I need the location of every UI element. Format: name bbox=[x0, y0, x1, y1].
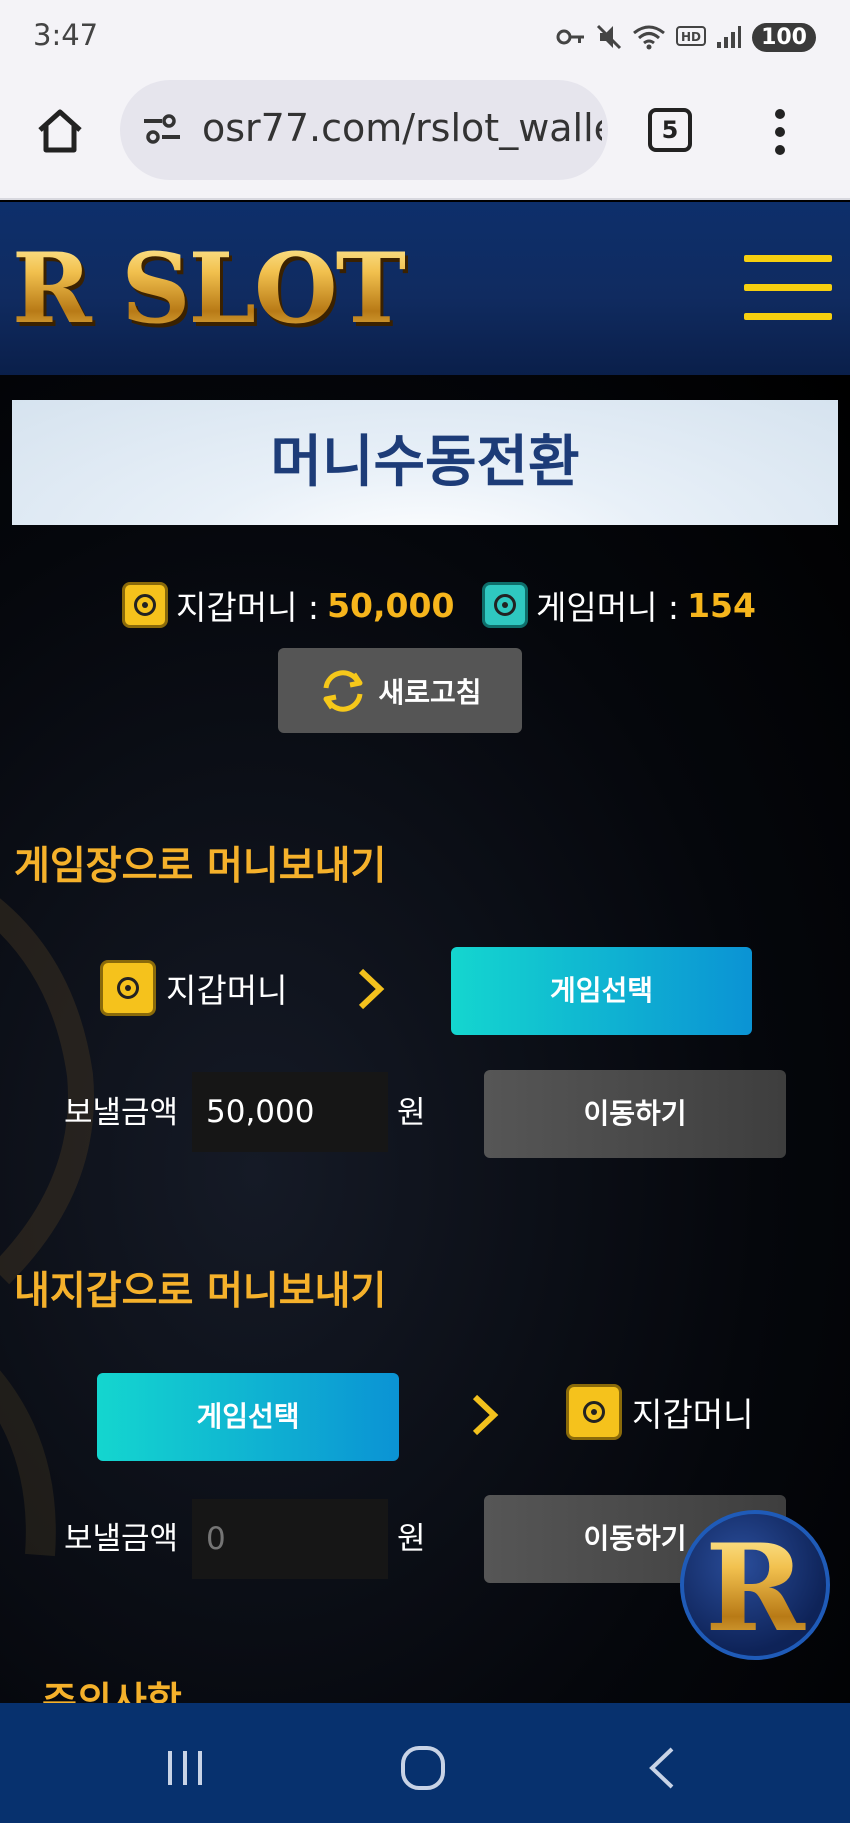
main-content: 머니수동전환 지갑머니 : 50,000 게임머니 : 154 새로고침 게임장… bbox=[0, 375, 850, 1703]
site-settings-icon[interactable] bbox=[142, 112, 182, 146]
battery-indicator: 100 bbox=[752, 22, 816, 52]
to-game-title: 게임장으로 머니보내기 bbox=[14, 844, 387, 889]
home-nav-icon[interactable] bbox=[398, 1743, 448, 1793]
chevron-right-icon bbox=[472, 1394, 499, 1436]
wifi-icon bbox=[633, 25, 665, 50]
more-icon[interactable] bbox=[770, 108, 790, 156]
floating-logo-button[interactable]: R bbox=[680, 1510, 830, 1660]
svg-text:HD: HD bbox=[681, 30, 701, 44]
browser-toolbar: osr77.com/rslot_walle 5 bbox=[0, 70, 850, 200]
to-game-move-button[interactable]: 이동하기 bbox=[484, 1070, 786, 1158]
signal-icon bbox=[717, 26, 742, 48]
to-game-unit: 원 bbox=[397, 1095, 426, 1131]
to-game-source: 지갑머니 bbox=[100, 960, 287, 1016]
key-icon bbox=[556, 29, 585, 45]
system-nav-bar bbox=[0, 1703, 850, 1823]
status-time: 3:47 bbox=[33, 18, 99, 52]
to-wallet-target-label: 지갑머니 bbox=[632, 1395, 754, 1434]
safe-icon bbox=[566, 1384, 622, 1440]
game-balance-value: 154 bbox=[687, 585, 756, 625]
refresh-icon bbox=[323, 669, 363, 712]
to-wallet-select-button[interactable]: 게임선택 bbox=[97, 1373, 399, 1461]
to-game-amount-input[interactable] bbox=[192, 1072, 388, 1152]
status-icons: HD 100 bbox=[556, 20, 816, 54]
to-game-source-label: 지갑머니 bbox=[166, 971, 288, 1010]
address-bar[interactable]: osr77.com/rslot_walle bbox=[120, 80, 608, 180]
tab-switcher-button[interactable]: 5 bbox=[648, 108, 692, 152]
url-text[interactable]: osr77.com/rslot_walle bbox=[202, 106, 602, 150]
chevron-right-icon bbox=[358, 968, 385, 1010]
wallet-balance-label: 지갑머니 : bbox=[176, 588, 320, 627]
refresh-button[interactable]: 새로고침 bbox=[278, 648, 522, 733]
refresh-label: 새로고침 bbox=[378, 675, 482, 709]
mute-icon bbox=[597, 24, 622, 50]
to-wallet-amount-input[interactable] bbox=[192, 1499, 388, 1579]
safe-icon bbox=[100, 960, 156, 1016]
recents-icon[interactable] bbox=[160, 1743, 210, 1793]
to-wallet-target: 지갑머니 bbox=[566, 1384, 753, 1440]
game-balance: 게임머니 : 154 bbox=[482, 580, 756, 630]
safe-icon bbox=[482, 582, 528, 628]
page-title-banner: 머니수동전환 bbox=[12, 400, 838, 525]
to-wallet-unit: 원 bbox=[397, 1521, 426, 1557]
page-title: 머니수동전환 bbox=[270, 430, 580, 495]
to-wallet-title: 내지갑으로 머니보내기 bbox=[14, 1269, 387, 1314]
back-icon[interactable] bbox=[638, 1743, 688, 1793]
floating-logo-letter: R bbox=[684, 1518, 826, 1659]
safe-icon bbox=[122, 582, 168, 628]
to-game-amount-label: 보낼금액 bbox=[64, 1095, 179, 1131]
notice-title: 주의사항 bbox=[42, 1679, 182, 1703]
status-bar: 3:47 HD 100 bbox=[0, 0, 850, 70]
hd-icon: HD bbox=[676, 26, 707, 46]
to-game-select-button[interactable]: 게임선택 bbox=[451, 947, 752, 1035]
site-logo[interactable]: R SLOT bbox=[12, 232, 407, 345]
wallet-balance: 지갑머니 : 50,000 bbox=[122, 580, 454, 630]
menu-icon[interactable] bbox=[744, 255, 832, 321]
game-balance-label: 게임머니 : bbox=[536, 588, 680, 627]
balance-row: 지갑머니 : 50,000 게임머니 : 154 bbox=[0, 580, 850, 630]
home-icon[interactable] bbox=[34, 104, 86, 156]
site-header: R SLOT bbox=[0, 202, 850, 375]
wallet-balance-value: 50,000 bbox=[327, 585, 455, 625]
to-wallet-amount-label: 보낼금액 bbox=[64, 1521, 179, 1557]
